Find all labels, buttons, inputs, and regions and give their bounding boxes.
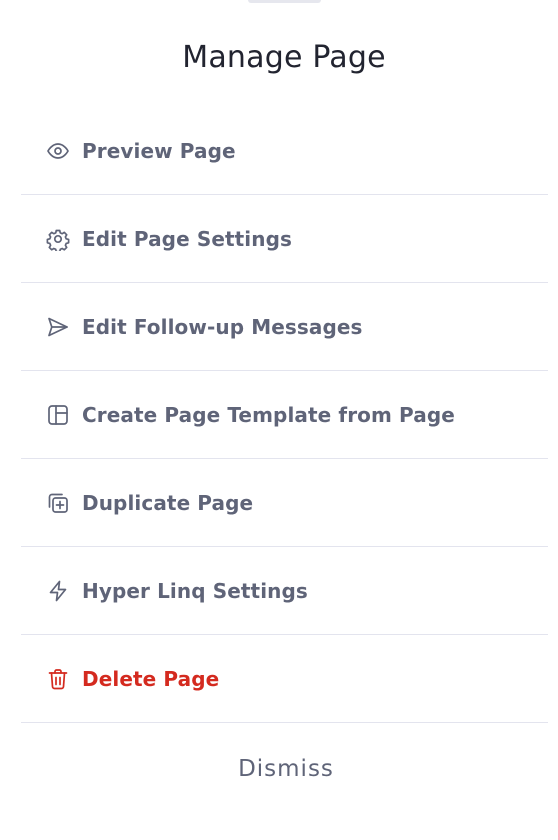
duplicate-icon [45,490,71,516]
manage-page-menu: Preview Page Edit Page Settings Edit Fol… [21,107,548,723]
menu-item-label: Hyper Linq Settings [82,578,308,603]
send-icon [45,314,71,340]
menu-item-edit-page-settings[interactable]: Edit Page Settings [21,195,548,283]
menu-item-preview-page[interactable]: Preview Page [21,107,548,195]
sheet-title: Manage Page [182,40,386,75]
menu-item-hyper-linq-settings[interactable]: Hyper Linq Settings [21,547,548,635]
menu-item-delete-page[interactable]: Delete Page [21,635,548,723]
menu-item-create-page-template[interactable]: Create Page Template from Page [21,371,548,459]
menu-item-label: Edit Page Settings [82,226,293,251]
menu-item-edit-follow-up-messages[interactable]: Edit Follow-up Messages [21,283,548,371]
menu-item-label: Preview Page [82,138,236,163]
dismiss-button[interactable]: Dismiss [0,751,558,787]
template-icon [45,402,71,428]
menu-item-label: Duplicate Page [82,490,254,515]
lightning-icon [45,578,71,604]
menu-item-label: Delete Page [82,666,220,691]
trash-icon [45,666,71,692]
menu-item-duplicate-page[interactable]: Duplicate Page [21,459,548,547]
menu-item-label: Create Page Template from Page [82,402,455,427]
menu-item-label: Edit Follow-up Messages [82,314,363,339]
sheet-drag-handle[interactable] [248,0,321,3]
gear-icon [45,226,71,252]
eye-icon [45,138,71,164]
